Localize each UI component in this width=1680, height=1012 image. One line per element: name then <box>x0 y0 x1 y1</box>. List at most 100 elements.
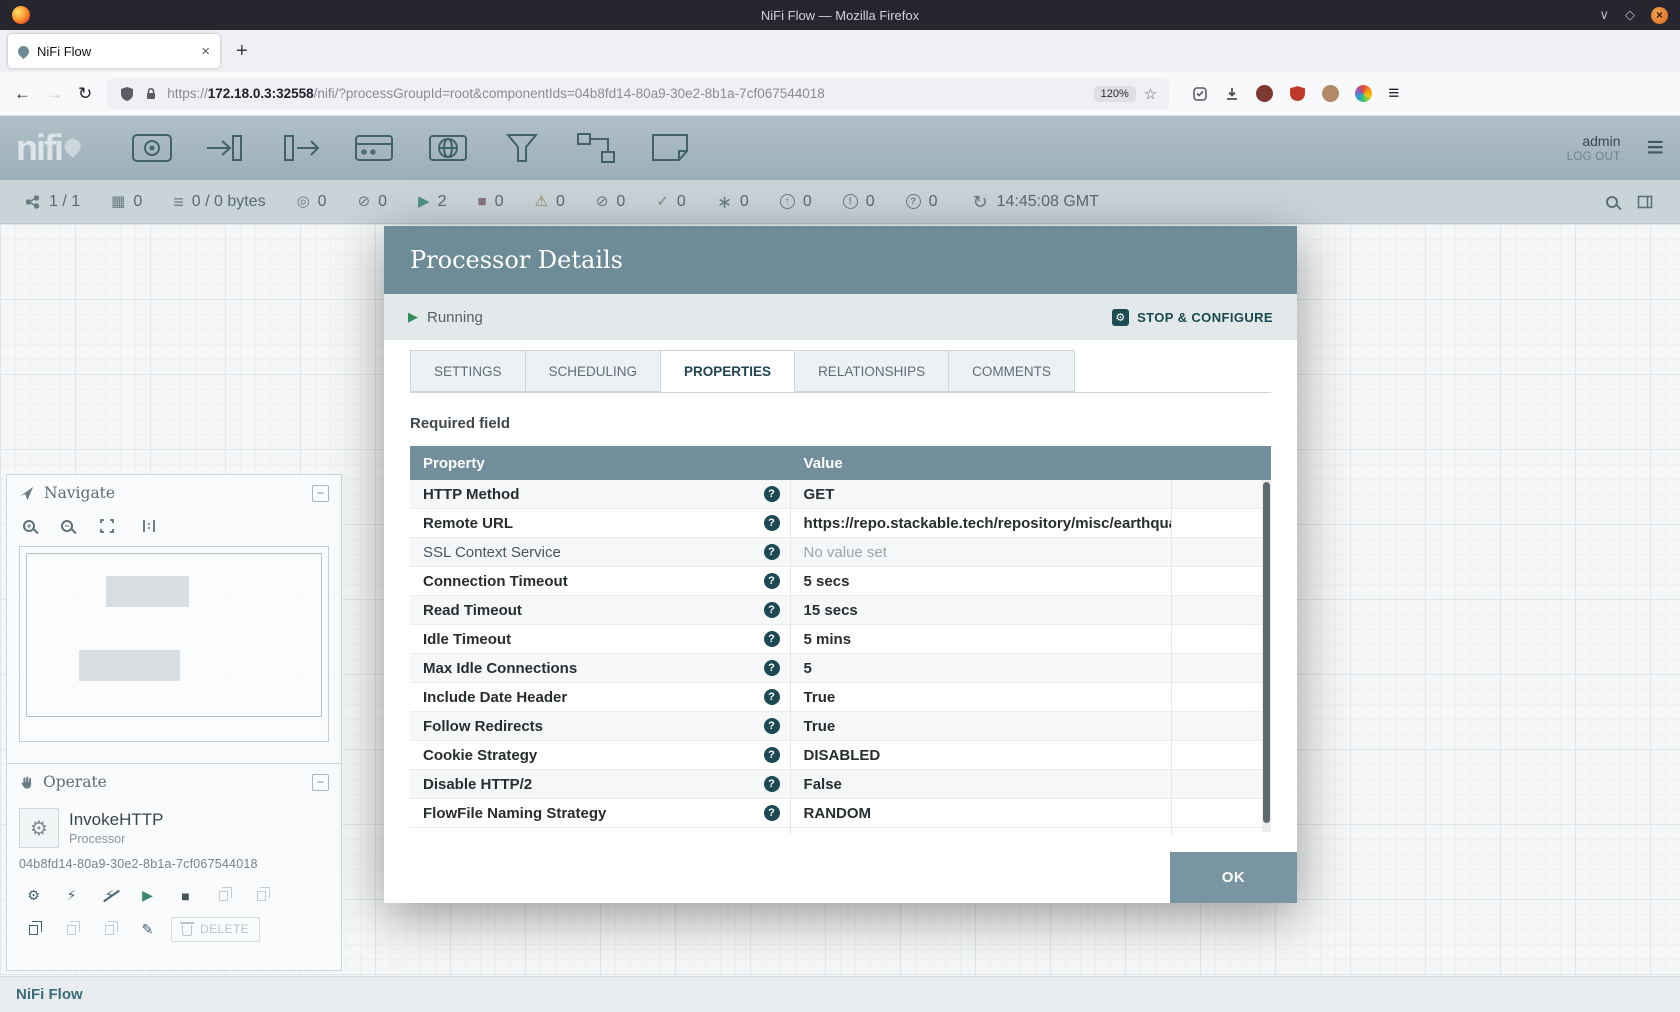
template-button[interactable] <box>247 883 276 908</box>
property-row[interactable]: Connection Timeout ? 5 secs <box>410 567 1271 596</box>
property-row[interactable]: Idle Timeout ? 5 mins <box>410 625 1271 654</box>
property-value-cell[interactable]: 15 secs <box>791 596 1172 624</box>
breadcrumb[interactable]: NiFi Flow <box>16 986 83 1003</box>
tracking-shield-icon[interactable] <box>119 86 135 102</box>
downloads-icon[interactable] <box>1224 86 1240 102</box>
browser-tab[interactable]: NiFi Flow × <box>8 34 220 68</box>
dialog-tab[interactable]: SCHEDULING <box>526 350 662 392</box>
pocket-icon[interactable] <box>1192 86 1208 102</box>
ublock-extension-icon[interactable] <box>1289 85 1306 102</box>
zoom-actual-size-icon[interactable] <box>141 518 157 534</box>
property-row[interactable]: Remote URL ? https://repo.stackable.tech… <box>410 509 1271 538</box>
fill-color-button[interactable]: ✎ <box>133 917 162 942</box>
remote-process-group-tool-icon[interactable] <box>424 128 472 168</box>
configure-button[interactable]: ⚙ <box>19 883 48 908</box>
disable-button[interactable]: ⚡ <box>95 883 124 908</box>
dialog-tab[interactable]: SETTINGS <box>410 350 526 392</box>
stop-button[interactable]: ■ <box>171 883 200 908</box>
help-icon[interactable]: ? <box>764 660 780 676</box>
processor-tool-icon[interactable] <box>128 128 176 168</box>
output-port-tool-icon[interactable] <box>276 128 324 168</box>
tab-close-icon[interactable]: × <box>201 43 210 60</box>
birdseye-minimap[interactable] <box>19 546 329 742</box>
funnel-tool-icon[interactable] <box>498 128 546 168</box>
property-value-cell[interactable]: True <box>791 712 1172 740</box>
logout-link[interactable]: LOG OUT <box>1567 151 1621 163</box>
property-row[interactable]: Read Timeout ? 15 secs <box>410 596 1271 625</box>
property-value-cell[interactable]: 5 <box>791 654 1172 682</box>
property-value-cell[interactable]: 5 mins <box>791 625 1172 653</box>
help-icon[interactable]: ? <box>764 631 780 647</box>
ok-button[interactable]: OK <box>1170 852 1297 903</box>
search-icon[interactable] <box>1606 196 1618 208</box>
property-value-cell[interactable]: No value set <box>791 538 1172 566</box>
window-minimize-button[interactable]: ∨ <box>1599 7 1609 23</box>
extension-icon-2[interactable] <box>1322 85 1339 102</box>
property-value-cell[interactable]: 5 secs <box>791 567 1172 595</box>
help-icon[interactable]: ? <box>764 805 780 821</box>
dialog-tab[interactable]: COMMENTS <box>949 350 1075 392</box>
url-text[interactable]: https://172.18.0.3:32558/nifi/?processGr… <box>167 86 1085 101</box>
stop-and-configure-button[interactable]: ⚙ STOP & CONFIGURE <box>1112 309 1273 326</box>
input-port-tool-icon[interactable] <box>202 128 250 168</box>
zoom-level-badge[interactable]: 120% <box>1094 86 1136 102</box>
help-icon[interactable]: ? <box>764 486 780 502</box>
global-menu-button[interactable]: ≡ <box>1646 136 1664 160</box>
zoom-fit-icon[interactable] <box>99 518 115 534</box>
property-value-cell[interactable]: RANDOM <box>791 799 1172 827</box>
url-bar[interactable]: https://172.18.0.3:32558/nifi/?processGr… <box>107 78 1169 110</box>
start-button[interactable]: ▶ <box>133 883 162 908</box>
property-value-cell[interactable]: False <box>791 770 1172 798</box>
table-scrollbar[interactable] <box>1262 480 1271 832</box>
property-value-cell[interactable]: GET <box>791 480 1172 508</box>
snippet-button[interactable] <box>95 917 124 942</box>
property-value-cell[interactable]: DISABLED <box>791 741 1172 769</box>
navigate-collapse-button[interactable]: − <box>312 485 329 502</box>
property-row[interactable]: FlowFile Naming Strategy ? RANDOM <box>410 799 1271 828</box>
property-value-cell[interactable]: https://repo.stackable.tech/repository/m… <box>791 509 1172 537</box>
property-row[interactable]: Cookie Strategy ? DISABLED <box>410 741 1271 770</box>
help-icon[interactable]: ? <box>764 718 780 734</box>
help-icon[interactable]: ? <box>764 747 780 763</box>
delete-button[interactable]: DELETE <box>171 917 260 942</box>
panel-toggle-icon[interactable] <box>1636 194 1654 210</box>
enable-button[interactable]: ⚡ <box>57 883 86 908</box>
operate-collapse-button[interactable]: − <box>312 774 329 791</box>
zoom-out-icon[interactable]: − <box>61 520 73 532</box>
help-icon[interactable]: ? <box>764 544 780 560</box>
help-icon[interactable]: ? <box>764 515 780 531</box>
property-value-cell[interactable]: True <box>791 683 1172 711</box>
table-scrollbar-thumb[interactable] <box>1263 482 1270 823</box>
zoom-in-icon[interactable]: + <box>23 520 35 532</box>
copy-button[interactable] <box>19 917 48 942</box>
property-row[interactable]: Disable HTTP/2 ? False <box>410 770 1271 799</box>
help-icon[interactable]: ? <box>764 689 780 705</box>
property-row[interactable]: Follow Redirects ? True <box>410 712 1271 741</box>
property-row[interactable]: HTTP Method ? GET <box>410 480 1271 509</box>
label-tool-icon[interactable] <box>646 128 694 168</box>
group-components-button[interactable] <box>209 883 238 908</box>
dialog-tab[interactable]: RELATIONSHIPS <box>795 350 949 392</box>
process-group-tool-icon[interactable] <box>350 128 398 168</box>
template-tool-icon[interactable] <box>572 128 620 168</box>
help-icon[interactable]: ? <box>764 602 780 618</box>
forward-button[interactable]: → <box>46 84 63 104</box>
dialog-tab[interactable]: PROPERTIES <box>661 350 795 392</box>
browser-menu-button[interactable]: ≡ <box>1388 83 1399 105</box>
property-row[interactable]: Max Idle Connections ? 5 <box>410 654 1271 683</box>
help-icon[interactable]: ? <box>764 573 780 589</box>
paste-button[interactable] <box>57 917 86 942</box>
property-row[interactable]: SSL Context Service ? No value set <box>410 538 1271 567</box>
lock-icon[interactable] <box>143 86 159 102</box>
bookmark-star-icon[interactable]: ☆ <box>1144 85 1157 103</box>
window-maximize-button[interactable]: ◇ <box>1625 7 1635 23</box>
window-close-button[interactable]: × <box>1651 7 1668 24</box>
new-tab-button[interactable]: + <box>236 40 248 63</box>
reload-button[interactable]: ↻ <box>78 84 92 104</box>
extension-icon-1[interactable] <box>1256 85 1273 102</box>
property-row[interactable]: Include Date Header ? True <box>410 683 1271 712</box>
extension-icon-3[interactable] <box>1355 85 1372 102</box>
back-button[interactable]: ← <box>14 84 31 104</box>
help-icon[interactable]: ? <box>764 776 780 792</box>
refresh-icon[interactable]: ↻ <box>973 193 988 211</box>
